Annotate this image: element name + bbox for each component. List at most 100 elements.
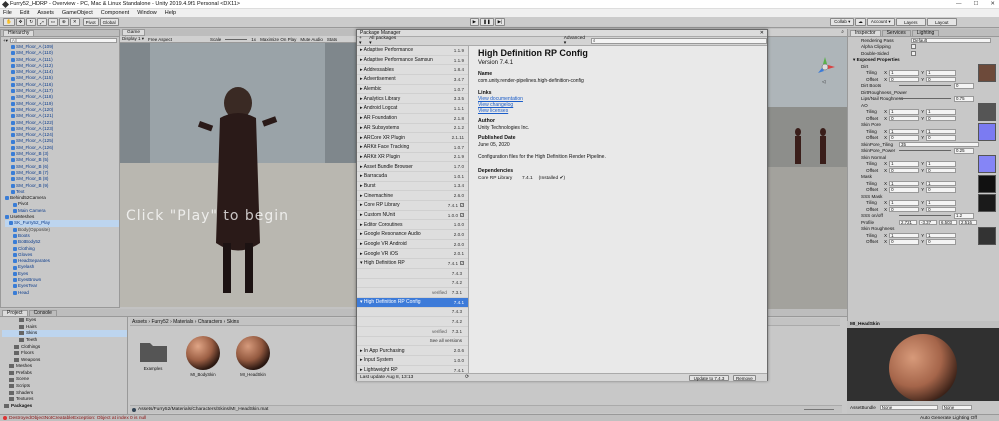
project-folder-item[interactable]: Packages [2,403,127,410]
project-folder-item[interactable]: Skins [2,330,127,337]
dirt-boots-field[interactable]: 0 [954,83,974,89]
package-version-item[interactable]: 7.4.2 [357,279,468,289]
menu-window[interactable]: Window [137,10,157,16]
tiling-x-field[interactable]: 1 [889,232,920,238]
tiling-y-field[interactable]: 1 [926,232,957,238]
menu-assets[interactable]: Assets [37,10,54,16]
layout-dropdown[interactable]: Layout [926,18,957,26]
offset-y-field[interactable]: 0 [926,187,957,193]
tiling-y-field[interactable]: 1 [926,200,957,206]
package-list-item[interactable]: ▸ Analytics Library 3.3.5 [357,94,468,105]
pore-power-field[interactable]: 0.25 [954,148,974,154]
texture-thumbnail[interactable] [978,194,996,212]
project-folder-item[interactable]: Floors [2,350,127,357]
pm-search-input[interactable]: ⌕ [590,38,768,44]
hierarchy-item[interactable]: Head [5,290,119,296]
profile-field[interactable]: -3.37 [919,219,937,225]
package-list-item[interactable]: ▾ High Definition RP Config 7.4.1 [357,297,468,308]
global-toggle[interactable]: Global [99,18,119,26]
pm-advanced-dropdown[interactable]: Advanced ▾ [564,36,587,46]
close-button[interactable]: ✕ [990,1,995,7]
pm-add-button[interactable]: + ▾ [359,36,365,46]
pivot-toggle[interactable]: Pivot [82,18,99,26]
package-list-item[interactable]: ▸ Google VR Android 2.0.0 [357,240,468,250]
create-dropdown[interactable]: +▾ [3,38,8,44]
asset-bundle-variant-dropdown[interactable]: None [941,404,972,411]
tiling-y-field[interactable]: 1 [926,128,957,134]
asset-bundle-dropdown[interactable]: None [879,404,938,411]
package-version-item[interactable]: verified 7.3.1 [357,288,468,298]
sss-field[interactable]: 1.2 [954,213,974,219]
menu-gameobject[interactable]: GameObject [62,10,93,16]
package-list-item[interactable]: ▸ Lightweight RP 7.4.1 [357,366,468,373]
project-folder-item[interactable]: Teeth [2,337,127,344]
tiling-x-field[interactable]: 1 [889,180,920,186]
double-sided-checkbox[interactable] [911,50,916,56]
asset-item-examples[interactable]: Examples [135,335,171,371]
hand-tool-button[interactable]: ✋ [3,18,15,26]
asset-item-bodyskin[interactable]: MI_BodySkin [185,335,221,377]
pm-filter-dropdown[interactable]: All packages ▾ [369,36,398,46]
package-list-item[interactable]: ▸ Alembic 1.0.7 [357,85,468,95]
tiling-x-field[interactable]: 1 [889,161,920,167]
minimize-button[interactable]: — [956,1,962,7]
offset-x-field[interactable]: 0 [889,76,920,82]
package-version-item[interactable]: 7.4.2 [357,317,468,327]
profile-field[interactable]: 2.721 [899,219,917,225]
package-version-item[interactable]: 7.4.3 [357,269,468,279]
thumb-size-slider[interactable] [804,409,834,410]
scale-tool-button[interactable]: ⤢ [37,18,47,26]
tiling-x-field[interactable]: 1 [889,200,920,206]
texture-thumbnail[interactable] [978,103,996,121]
package-list-item[interactable]: ▸ AR Subsystems 2.1.2 [357,124,468,134]
scene-view[interactable]: ◁ [768,37,847,315]
offset-y-field[interactable]: 0 [926,167,957,173]
menu-help[interactable]: Help [165,10,176,16]
project-folder-item[interactable]: Shaders [2,390,127,397]
sss-slider[interactable] [899,215,951,217]
package-list-item[interactable]: ▸ ARCore XR Plugin 2.1.11 [357,133,468,143]
offset-x-field[interactable]: 0 [889,206,920,212]
tab-inspector[interactable]: Inspector [850,30,881,36]
tiling-x-field[interactable]: 1 [889,109,920,115]
view-licenses-link[interactable]: View licenses [478,108,762,114]
tiling-y-field[interactable]: 1 [926,161,957,167]
package-list-item[interactable]: ▸ Google Resonance Audio 2.0.0 [357,230,468,240]
tab-console[interactable]: Console [28,310,57,316]
play-button[interactable]: ▶ [469,18,480,26]
offset-x-field[interactable]: 0 [889,187,920,193]
refresh-icon[interactable]: ⟳ [465,375,469,380]
package-list-item[interactable]: ▸ ARKit Face Tracking 1.0.7 [357,143,468,153]
package-list-item[interactable]: ▸ Addressables 1.8.4 [357,65,468,76]
profile-field[interactable]: 2.516 [959,219,977,225]
menu-edit[interactable]: Edit [20,10,29,16]
package-list-item[interactable]: ▾ High Definition RP 7.4.1 ✓ [357,259,468,269]
tiling-x-field[interactable]: 1 [889,70,920,76]
offset-y-field[interactable]: 0 [926,206,957,212]
maximize-button[interactable]: ☐ [973,1,978,7]
package-list-item[interactable]: ▸ Core RP Library 7.4.1 ✓ [357,201,468,211]
lips-roughness-field[interactable]: 0.75 [954,96,974,102]
rotate-tool-button[interactable]: ↻ [26,18,37,26]
package-list-item[interactable]: ▸ Adaptive Performance 1.1.9 [357,46,468,56]
offset-y-field[interactable]: 0 [926,76,957,82]
menu-file[interactable]: File [3,10,12,16]
package-list-item[interactable]: ▸ Google VR iOS 2.0.1 [357,249,468,260]
offset-x-field[interactable]: 0 [889,239,920,245]
project-folder-item[interactable]: Meshes [2,363,127,370]
tab-hierarchy[interactable]: Hierarchy [3,30,35,36]
package-list-item[interactable]: ▸ Barracuda 1.0.1 [357,172,468,182]
texture-thumbnail[interactable] [978,155,996,173]
tiling-y-field[interactable]: 1 [926,180,957,186]
package-list-item[interactable]: ▸ Android Logcat 1.1.1 [357,104,468,114]
hierarchy-search-input[interactable]: All [9,38,117,43]
offset-x-field[interactable]: 0 [889,167,920,173]
package-version-item[interactable]: 7.4.3 [357,308,468,318]
texture-thumbnail[interactable] [978,226,996,245]
scale-slider[interactable] [225,38,248,40]
pause-button[interactable]: ❚❚ [480,18,494,26]
tiling-x-field[interactable]: 1 [889,128,920,134]
project-folder-item[interactable]: Prefabs [2,370,127,377]
texture-thumbnail[interactable] [978,174,996,193]
rect-tool-button[interactable]: ▭ [47,18,59,26]
